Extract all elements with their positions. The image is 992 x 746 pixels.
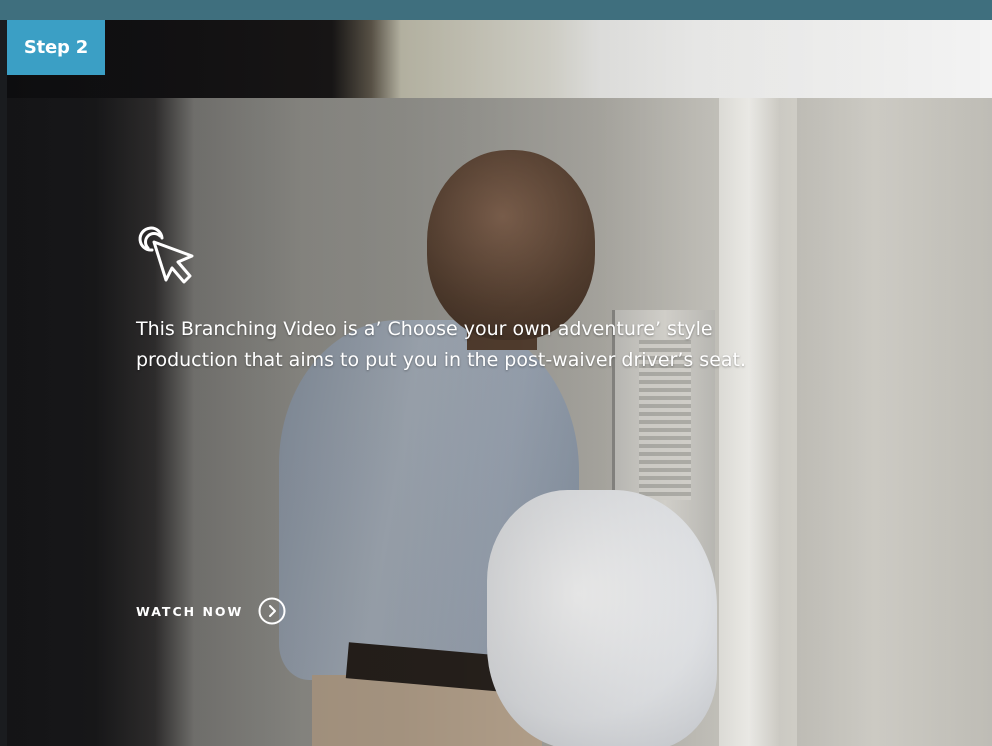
- hero-video-still[interactable]: [7, 20, 992, 746]
- chevron-right-circle-icon: [258, 597, 286, 625]
- step-badge-label: Step 2: [23, 37, 89, 58]
- hero-description: This Branching Video is a’ Choose your o…: [136, 314, 856, 376]
- scene-vignette: [7, 20, 992, 746]
- step-badge: Step 2: [7, 20, 105, 75]
- hero-description-line-1: This Branching Video is a’ Choose your o…: [136, 318, 713, 340]
- hero-description-line-2: production that aims to put you in the p…: [136, 349, 747, 371]
- watch-now-label: WATCH NOW: [136, 603, 244, 619]
- click-pointer-icon: [138, 226, 194, 284]
- watch-now-button[interactable]: WATCH NOW: [136, 596, 287, 626]
- left-edge: [0, 20, 7, 746]
- page: Step 2 This Branching Video is a’ Choose…: [0, 0, 992, 746]
- top-strip: [0, 0, 992, 20]
